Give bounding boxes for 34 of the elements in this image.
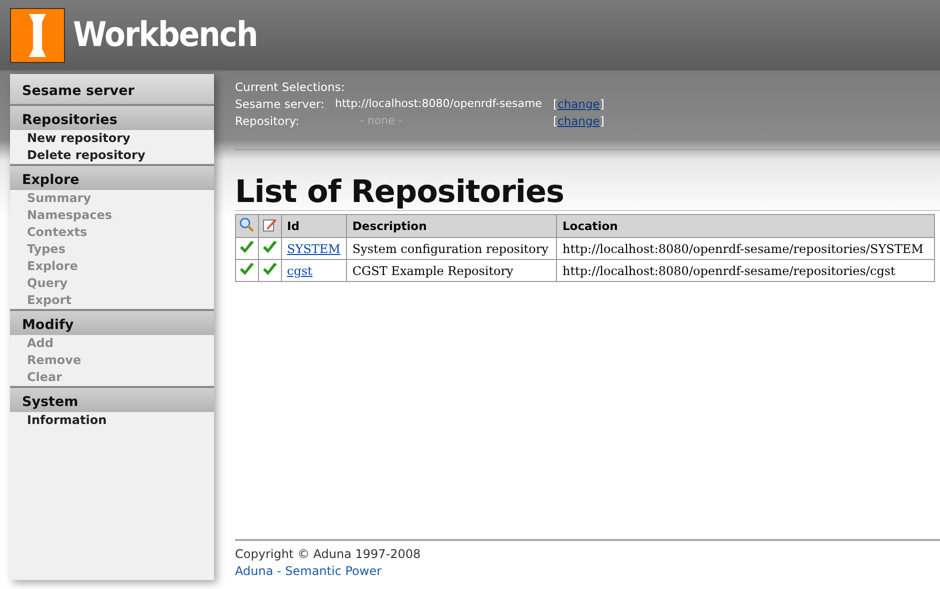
field-label: Repository: (235, 114, 300, 128)
table-cell: System configuration repository (346, 238, 557, 260)
field-value: http://localhost:8080/openrdf-sesame (335, 97, 543, 110)
change-link[interactable]: [change] (553, 114, 604, 128)
field-label: Sesame server: (235, 96, 326, 110)
app-title: Workbench (73, 15, 258, 55)
section-label: Current Selections: (235, 80, 345, 94)
check-icon (239, 262, 255, 276)
check-icon (239, 240, 255, 254)
search-icon (239, 217, 254, 232)
change-link[interactable]: [change] (553, 96, 604, 110)
edit-icon (262, 217, 277, 232)
footer-link[interactable]: Aduna - Semantic Power (235, 564, 382, 578)
table-cell: http://localhost:8080/openrdf-sesame/repositories/cgst (556, 260, 934, 282)
table-cell: CGST Example Repository (346, 260, 557, 282)
sidebar-heading: Sesame server (10, 74, 214, 104)
sidebar-item[interactable]: Delete repository (10, 147, 214, 164)
column-header: Description (346, 214, 557, 238)
sidebar-heading: Explore (10, 164, 214, 190)
repository-link[interactable]: cgst (287, 264, 312, 278)
logo-icon (10, 8, 65, 62)
check-icon (262, 262, 278, 276)
check-icon (262, 240, 278, 254)
column-header: Location (556, 214, 934, 238)
table-cell: http://localhost:8080/openrdf-sesame/repositories/SYSTEM (556, 238, 934, 260)
column-header: Id (282, 214, 347, 238)
sidebar-heading: System (10, 386, 214, 412)
sidebar-heading: Modify (10, 309, 214, 335)
copyright-text: Copyright © Aduna 1997-2008 (235, 546, 422, 563)
sidebar-item[interactable]: Information (10, 412, 214, 429)
sidebar-item[interactable]: New repository (10, 130, 214, 147)
page-title: List of Repositories (235, 174, 940, 211)
sidebar-heading: Repositories (10, 104, 214, 130)
repository-link[interactable]: SYSTEM (287, 242, 340, 256)
